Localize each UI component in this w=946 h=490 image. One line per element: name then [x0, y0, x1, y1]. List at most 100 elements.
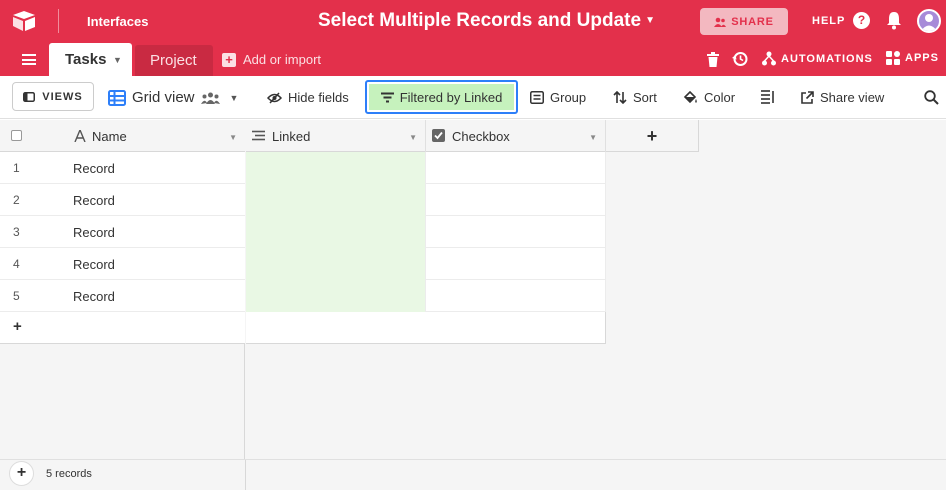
table-row[interactable]: 5 Record: [0, 280, 245, 312]
divider: [245, 460, 246, 490]
apps-icon: [886, 51, 900, 65]
group-button[interactable]: Group: [530, 76, 586, 119]
table-row[interactable]: 4 Record: [0, 248, 245, 280]
menu-icon[interactable]: [22, 54, 36, 65]
paint-bucket-icon: [683, 90, 697, 103]
column-header-label: Linked: [272, 129, 311, 144]
row-number: 1: [13, 161, 20, 175]
filter-button[interactable]: Filtered by Linked: [365, 80, 518, 114]
row-height-icon[interactable]: [761, 90, 775, 104]
table-row[interactable]: 2 Record: [0, 184, 245, 216]
grid: Name ▼ 1 Record 2 Record 3 Record 4 Reco…: [0, 120, 946, 490]
table-row[interactable]: [246, 184, 606, 216]
checkbox-cell[interactable]: [426, 152, 606, 184]
linked-cell[interactable]: [246, 280, 426, 312]
add-record-row[interactable]: [246, 312, 606, 344]
history-icon[interactable]: [732, 51, 748, 67]
base-title[interactable]: Select Multiple Records and Update ▼: [318, 10, 655, 32]
airtable-logo-icon[interactable]: [12, 10, 36, 32]
linked-cell[interactable]: [246, 184, 426, 216]
external-link-icon: [801, 91, 814, 104]
caret-down-icon[interactable]: ▼: [229, 133, 237, 142]
caret-down-icon[interactable]: ▼: [409, 133, 417, 142]
linked-cell[interactable]: [246, 152, 426, 184]
column-header-label: Name: [92, 129, 127, 144]
caret-down-icon[interactable]: ▼: [113, 55, 122, 65]
record-name-cell[interactable]: Record: [73, 289, 115, 304]
caret-down-icon: ▼: [229, 92, 239, 103]
automations-icon: [762, 51, 776, 66]
automations-label: AUTOMATIONS: [781, 52, 873, 65]
column-header-checkbox[interactable]: Checkbox ▼: [426, 120, 606, 152]
view-name: Grid view: [132, 89, 195, 106]
help-icon[interactable]: ?: [853, 12, 870, 29]
checkbox-cell[interactable]: [426, 280, 606, 312]
sidebar-toggle-icon: [23, 91, 36, 102]
table-row[interactable]: [246, 280, 606, 312]
column-header-name[interactable]: Name ▼: [0, 120, 245, 152]
bell-icon[interactable]: [885, 11, 903, 30]
primary-pane: Name ▼ 1 Record 2 Record 3 Record 4 Reco…: [0, 120, 245, 490]
share-label: SHARE: [731, 15, 774, 28]
tab-tasks[interactable]: Tasks ▼: [49, 43, 132, 76]
group-icon: [530, 91, 544, 104]
plus-icon[interactable]: +: [13, 318, 22, 335]
checkbox-cell[interactable]: [426, 184, 606, 216]
record-name-cell[interactable]: Record: [73, 161, 115, 176]
linked-cell[interactable]: [246, 248, 426, 280]
checkbox-cell[interactable]: [426, 216, 606, 248]
hide-fields-button[interactable]: Hide fields: [267, 76, 349, 119]
sort-button[interactable]: Sort: [613, 76, 657, 119]
trash-icon[interactable]: [707, 52, 719, 67]
apps-button[interactable]: APPS: [886, 51, 939, 65]
collaborative-view-icon: [200, 92, 220, 104]
group-label: Group: [550, 90, 587, 105]
filter-label: Filtered by Linked: [399, 89, 503, 105]
add-record-button[interactable]: +: [9, 461, 34, 486]
avatar[interactable]: [917, 9, 941, 33]
views-button[interactable]: VIEWS: [12, 82, 94, 111]
share-button[interactable]: SHARE: [700, 8, 788, 35]
base-title-text: Select Multiple Records and Update: [318, 10, 642, 31]
view-switcher[interactable]: Grid view ▼: [108, 76, 238, 119]
row-number: 3: [13, 225, 20, 239]
table-row[interactable]: 3 Record: [0, 216, 245, 248]
add-field-button[interactable]: +: [606, 120, 699, 152]
linked-record-icon: [252, 130, 265, 141]
column-header-label: Checkbox: [452, 129, 510, 144]
column-header-linked[interactable]: Linked ▼: [246, 120, 426, 152]
table-row[interactable]: [246, 152, 606, 184]
grid-header-left: Name ▼: [0, 120, 245, 152]
add-or-import-button[interactable]: + Add or import: [222, 52, 321, 67]
table-row[interactable]: 1 Record: [0, 152, 245, 184]
linked-cell[interactable]: [246, 216, 426, 248]
grid-view-icon: [108, 89, 126, 106]
select-all-checkbox-icon[interactable]: [11, 130, 22, 141]
caret-down-icon: ▼: [645, 15, 655, 27]
help-link[interactable]: HELP: [812, 15, 845, 27]
automations-button[interactable]: AUTOMATIONS: [762, 51, 873, 66]
view-toolbar: VIEWS Grid view ▼ Hide fields Filtered b…: [0, 76, 946, 119]
record-name-cell[interactable]: Record: [73, 193, 115, 208]
row-number: 4: [13, 257, 20, 271]
filter-icon: [380, 92, 394, 102]
record-name-cell[interactable]: Record: [73, 225, 115, 240]
top-bar: Interfaces Select Multiple Records and U…: [0, 0, 946, 43]
search-icon[interactable]: [924, 90, 939, 105]
checkbox-cell[interactable]: [426, 248, 606, 280]
sort-label: Sort: [633, 90, 657, 105]
record-name-cell[interactable]: Record: [73, 257, 115, 272]
tab-project[interactable]: Project: [135, 45, 213, 76]
color-button[interactable]: Color: [683, 76, 735, 119]
interfaces-link[interactable]: Interfaces: [87, 14, 148, 29]
table-row[interactable]: [246, 216, 606, 248]
share-view-button[interactable]: Share view: [801, 76, 884, 119]
hide-fields-label: Hide fields: [288, 90, 349, 105]
table-row[interactable]: [246, 248, 606, 280]
sort-icon: [613, 91, 627, 104]
add-record-row[interactable]: +: [0, 312, 245, 344]
views-label: VIEWS: [42, 90, 83, 103]
plus-icon: +: [222, 52, 236, 67]
caret-down-icon[interactable]: ▼: [589, 133, 597, 142]
row-number: 2: [13, 193, 20, 207]
